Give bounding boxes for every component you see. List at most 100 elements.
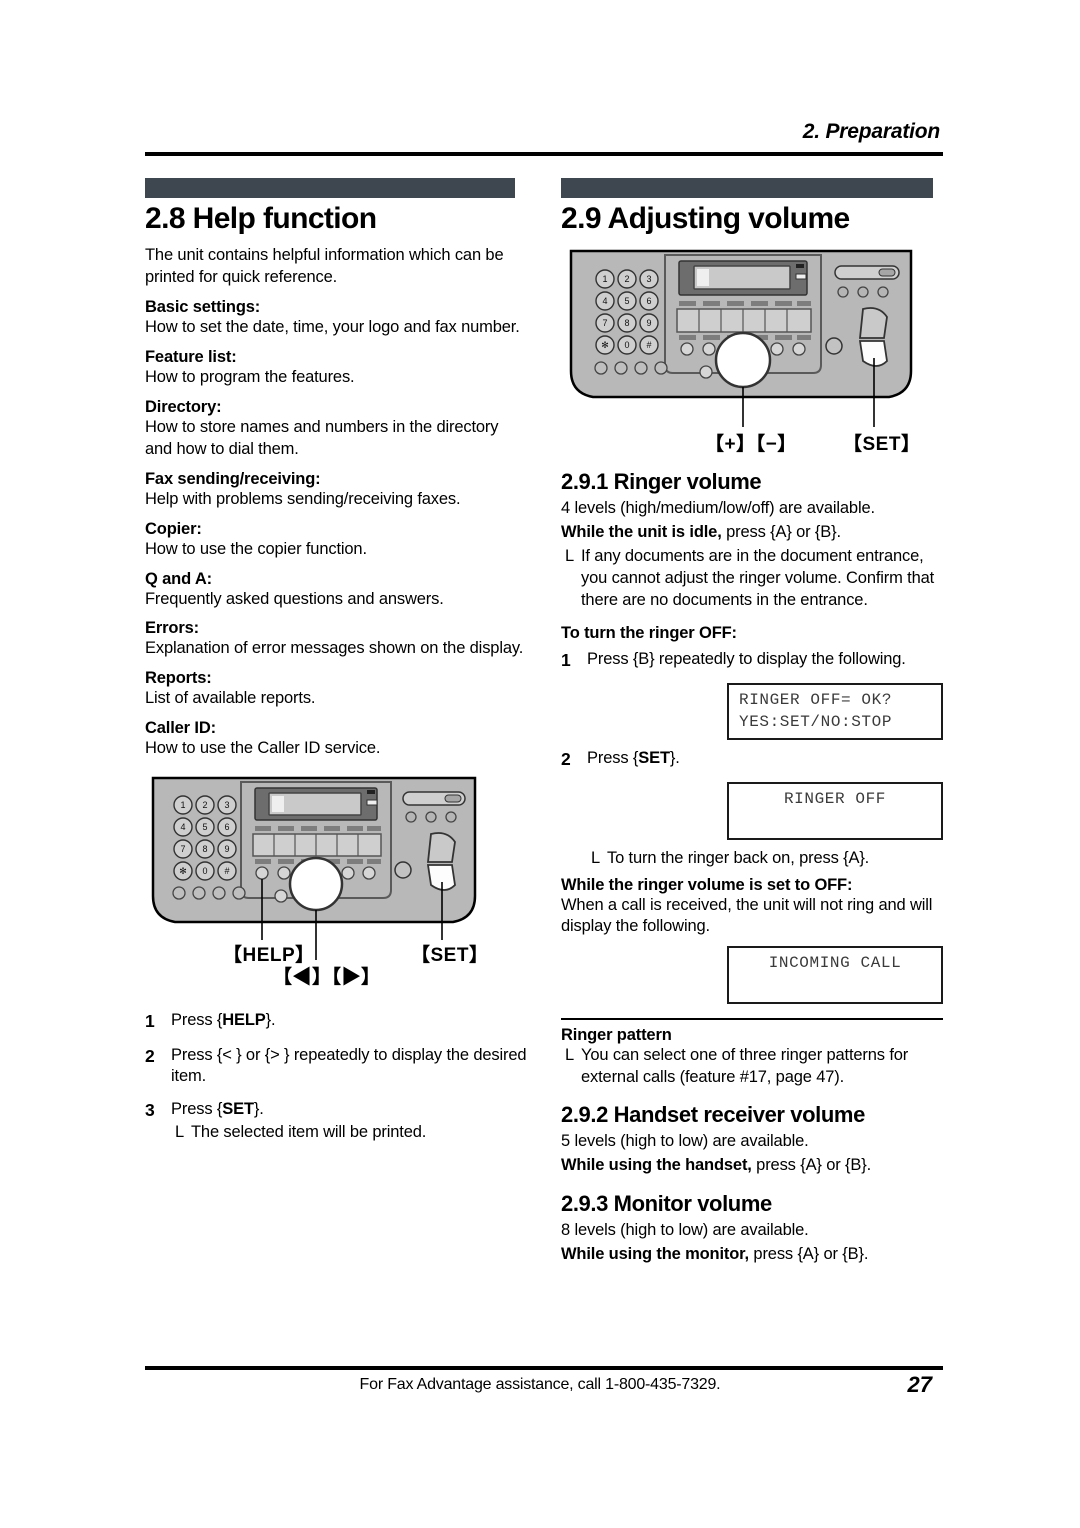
right-column: 2.9 Adjusting volume 1 2 3 4 5 6 7 8 9 ✻…	[561, 178, 943, 1268]
help-intro-paragraph: The unit contains helpful information wh…	[145, 246, 504, 286]
step-sub-bullet: L The selected item will be printed.	[171, 1122, 527, 1144]
ringer-pattern-divider	[561, 1017, 943, 1020]
lcd-display-incoming-call: INCOMING CALL	[727, 946, 943, 1004]
svg-text:0: 0	[202, 866, 207, 876]
ringer-off-step-2: 2 Press {SET}.	[561, 748, 943, 771]
help-term: Copier:	[145, 519, 202, 538]
section-title-volume: 2.9 Adjusting volume	[561, 202, 850, 235]
help-def: How to set the date, time, your logo and…	[145, 317, 520, 336]
help-steps: 1 Press {HELP}. 2 Press {< } or {> } rep…	[145, 1010, 527, 1144]
help-def: How to program the features.	[145, 367, 355, 386]
svg-text:3: 3	[646, 274, 651, 284]
ringer-idle-instruction: While the unit is idle, press {A} or {B}…	[561, 522, 943, 544]
step-text: Press {SET}. L The selected item will be…	[171, 1099, 527, 1144]
ringer-set-off-heading: While the ringer volume is set to OFF:	[561, 875, 853, 894]
help-def: Explanation of error messages shown on t…	[145, 639, 524, 658]
footer-rule	[145, 1366, 943, 1370]
svg-text:5: 5	[624, 296, 629, 306]
step-text: Press {HELP}.	[171, 1011, 276, 1030]
lcd-display-ringer-off-confirm: RINGER OFF= OK? YES:SET/NO:STOP	[727, 682, 943, 741]
help-term: Feature list:	[145, 347, 237, 366]
device-lcd-indicator	[367, 790, 375, 795]
bullet-l-icon: L	[175, 1123, 185, 1142]
footer-page-number: 27	[907, 1372, 932, 1397]
help-def: How to use the Caller ID service.	[145, 739, 381, 758]
lcd-line-blank	[739, 975, 931, 997]
help-term: Basic settings:	[145, 297, 261, 316]
ringer-back-on-text: To turn the ringer back on, press {A}.	[607, 848, 870, 867]
section-title-help: 2.8 Help function	[145, 202, 377, 235]
help-def: Help with problems sending/receiving fax…	[145, 489, 461, 508]
lcd-line: INCOMING CALL	[768, 954, 902, 973]
section-bar-help	[145, 178, 515, 198]
step-number: 2	[561, 749, 571, 770]
device-lcd-indicator2	[366, 799, 378, 806]
ringer-back-on-note: L To turn the ringer back on, press {A}.	[587, 848, 943, 870]
fax-device-svg-2: 1 2 3 4 5 6 7 8 9 ✻ 0 #	[569, 249, 913, 427]
svg-text:#: #	[224, 866, 229, 876]
lcd-line: YES:SET/NO:STOP	[739, 712, 893, 731]
device-station-keys	[676, 308, 812, 333]
svg-text:3: 3	[224, 800, 229, 810]
ringer-off-step-1: 1 Press {B} repeatedly to display the fo…	[561, 649, 943, 672]
device-lcd-cursor	[272, 796, 284, 813]
lcd-display-ringer-off: RINGER OFF	[727, 782, 943, 840]
fax-device-illustration-volume: 123 456 789 ✻ 0 # 【+】【−】 【SET】	[561, 245, 943, 455]
help-def: Frequently asked questions and answers.	[145, 589, 444, 608]
step-number: 1	[145, 1011, 155, 1032]
lcd-line: RINGER OFF= OK?	[739, 690, 893, 709]
left-column: 2.8 Help function The unit contains help…	[145, 178, 527, 1155]
svg-text:✻: ✻	[179, 866, 187, 876]
device-navigator-dial	[714, 331, 772, 389]
device-navigator-dial	[288, 857, 344, 912]
svg-text:4: 4	[180, 822, 185, 832]
header-rule	[145, 152, 943, 156]
ringer-off-heading: To turn the ringer OFF:	[561, 623, 737, 642]
help-term: Caller ID:	[145, 719, 216, 738]
subsection-title-handset-volume: 2.9.2 Handset receiver volume	[561, 1102, 865, 1128]
svg-text:9: 9	[646, 318, 651, 328]
manual-page: 2. Preparation 2.8 Help function The uni…	[0, 0, 1080, 1528]
lcd-line: RINGER OFF	[783, 790, 886, 809]
ringer-document-note: L If any documents are in the document e…	[561, 546, 943, 612]
device-label-arrows: 【◀】【▶】	[273, 967, 381, 989]
bullet-l-icon: L	[591, 848, 601, 867]
device-label-set: 【SET】	[411, 945, 489, 967]
handset-bold: While using the handset,	[561, 1156, 752, 1175]
step-text: Press {< } or {> } repeatedly to display…	[171, 1045, 527, 1086]
help-term: Fax sending/receiving:	[145, 469, 321, 488]
help-step-1: 1 Press {HELP}.	[145, 1010, 527, 1033]
svg-text:2: 2	[624, 274, 629, 284]
help-button-target	[255, 866, 269, 880]
svg-text:✻: ✻	[601, 340, 609, 350]
subsection-title-ringer-volume: 2.9.1 Ringer volume	[561, 469, 762, 494]
step-text: Press {SET}.	[587, 749, 680, 768]
monitor-levels-text: 8 levels (high to low) are available.	[561, 1221, 809, 1240]
ringer-pattern-text: You can select one of three ringer patte…	[581, 1045, 909, 1086]
ringer-idle-bold: While the unit is idle,	[561, 522, 722, 541]
step-number: 1	[561, 649, 571, 670]
page-header-chapter: 2. Preparation	[802, 120, 940, 143]
svg-text:6: 6	[646, 296, 651, 306]
subsection-title-monitor-volume: 2.9.3 Monitor volume	[561, 1191, 772, 1217]
svg-text:8: 8	[624, 318, 629, 328]
device-nav-up-arrow	[426, 832, 456, 864]
device-lcd-cursor	[697, 269, 709, 286]
svg-text:#: #	[646, 340, 651, 350]
help-def: List of available reports.	[145, 689, 316, 708]
svg-text:1: 1	[602, 274, 607, 284]
svg-text:9: 9	[224, 844, 229, 854]
svg-text:6: 6	[224, 822, 229, 832]
help-term: Errors:	[145, 619, 199, 638]
step-text: Press {B} repeatedly to display the foll…	[587, 649, 906, 668]
step-number: 2	[145, 1045, 155, 1066]
device-label-plus-minus: 【+】【−】	[705, 434, 797, 455]
help-term: Directory:	[145, 397, 222, 416]
device-label-set-2: 【SET】	[843, 434, 921, 455]
device-station-keys	[252, 833, 382, 857]
monitor-rest: press {A} or {B}.	[748, 1245, 869, 1264]
help-term: Q and A:	[145, 569, 212, 588]
help-step-2: 2 Press {< } or {> } repeatedly to displ…	[145, 1045, 527, 1089]
ringer-pattern-heading: Ringer pattern	[561, 1025, 672, 1044]
help-step-3: 3 Press {SET}. L The selected item will …	[145, 1099, 527, 1144]
